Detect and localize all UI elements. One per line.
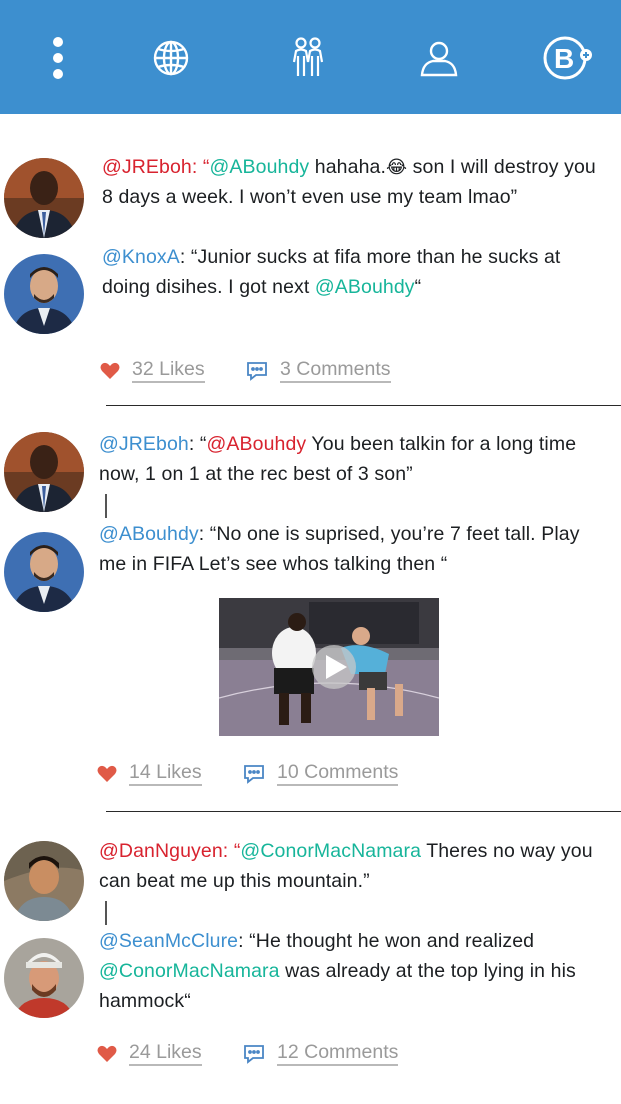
- post-message: @JREboh: “@ABouhdy You been talkin for a…: [99, 429, 609, 489]
- post-message: @SeanMcClure: “He thought he won and rea…: [99, 926, 604, 1016]
- avatar[interactable]: [4, 841, 84, 921]
- video-thumbnail[interactable]: [219, 598, 439, 736]
- play-icon[interactable]: [312, 645, 356, 689]
- mention-link[interactable]: @ConorMacNamara: [99, 960, 280, 982]
- dots-vertical-icon[interactable]: [30, 30, 86, 86]
- message-text: “: [414, 276, 422, 298]
- likes-count: 14 Likes: [129, 761, 202, 786]
- mention-link[interactable]: @ABouhdy: [210, 156, 310, 178]
- post-actions: 14 Likes 10 Comments: [97, 761, 427, 791]
- post-message: @DanNguyen: “@ConorMacNamara Theres no w…: [99, 836, 604, 896]
- likes-count: 24 Likes: [129, 1041, 202, 1066]
- likes-count: 32 Likes: [132, 358, 205, 383]
- comment-bubble-icon: [246, 361, 268, 381]
- message-text: hahaha.: [309, 156, 386, 178]
- mention-link[interactable]: @ABouhdy: [315, 276, 415, 298]
- message-text: : “He thought he won and realized: [238, 930, 535, 952]
- heart-icon: [100, 362, 120, 380]
- post-actions: 32 Likes 3 Comments: [100, 358, 430, 388]
- post-divider: [106, 405, 621, 406]
- post-message: @ABouhdy: “No one is suprised, you’re 7 …: [99, 519, 589, 579]
- avatar[interactable]: [4, 938, 84, 1018]
- like-button[interactable]: 24 Likes: [97, 1041, 202, 1066]
- heart-icon: [97, 765, 117, 783]
- post-divider: [106, 811, 621, 812]
- like-button[interactable]: 14 Likes: [97, 761, 202, 786]
- b-plus-icon[interactable]: B: [540, 30, 596, 86]
- post-message: @KnoxA: “Junior sucks at fifa more than …: [102, 242, 607, 302]
- avatar[interactable]: [4, 532, 84, 612]
- author-handle[interactable]: @DanNguyen: [99, 840, 223, 862]
- comment-bubble-icon: [243, 1044, 265, 1064]
- author-handle[interactable]: @ABouhdy: [99, 523, 199, 545]
- comments-count: 3 Comments: [280, 358, 391, 383]
- post-actions: 24 Likes 12 Comments: [97, 1041, 427, 1071]
- svg-text:B: B: [554, 43, 574, 74]
- people-icon[interactable]: [280, 30, 336, 86]
- author-handle[interactable]: @JREboh: [99, 433, 189, 455]
- comments-button[interactable]: 10 Comments: [243, 761, 399, 786]
- thread-connector: [105, 494, 107, 518]
- message-text: : “: [222, 840, 241, 862]
- comments-count: 10 Comments: [277, 761, 399, 786]
- mention-link[interactable]: @ConorMacNamara: [240, 840, 421, 862]
- comments-button[interactable]: 3 Comments: [246, 358, 391, 383]
- like-button[interactable]: 32 Likes: [100, 358, 205, 383]
- author-handle[interactable]: @SeanMcClure: [99, 930, 238, 952]
- post-message: @JREboh: “@ABouhdy hahaha.😂 son I will d…: [102, 152, 607, 212]
- comments-button[interactable]: 12 Comments: [243, 1041, 399, 1066]
- mention-link[interactable]: @ABouhdy: [207, 433, 307, 455]
- message-text: : “: [188, 433, 207, 455]
- thread-connector: [105, 901, 107, 925]
- author-handle[interactable]: @JREboh: [102, 156, 192, 178]
- avatar[interactable]: [4, 158, 84, 238]
- comment-bubble-icon: [243, 764, 265, 784]
- comments-count: 12 Comments: [277, 1041, 399, 1066]
- globe-icon[interactable]: [143, 30, 199, 86]
- avatar[interactable]: [4, 432, 84, 512]
- author-handle[interactable]: @KnoxA: [102, 246, 180, 268]
- heart-icon: [97, 1045, 117, 1063]
- top-navigation-bar: B: [0, 0, 621, 114]
- message-text: : “: [191, 156, 210, 178]
- person-icon[interactable]: [411, 30, 467, 86]
- laughing-emoji-icon: 😂: [385, 157, 408, 177]
- avatar[interactable]: [4, 254, 84, 334]
